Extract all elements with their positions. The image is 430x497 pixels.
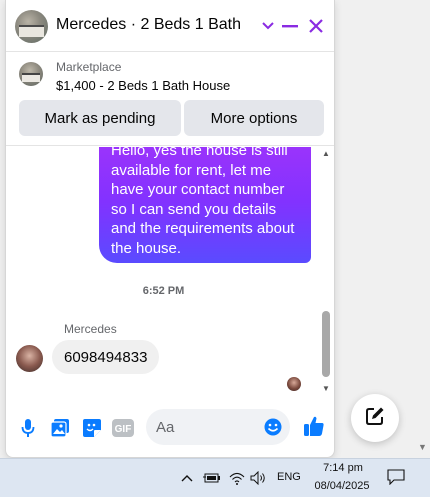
more-options-button[interactable]: More options <box>184 100 324 136</box>
message-input-box[interactable] <box>146 409 290 445</box>
chat-title[interactable]: Mercedes · 2 Beds 1 Bath ... <box>56 16 246 34</box>
chat-window: Mercedes · 2 Beds 1 Bath ... Marketplace… <box>5 0 335 458</box>
wifi-icon[interactable] <box>229 470 245 486</box>
scroll-down-icon[interactable]: ▼ <box>418 442 427 452</box>
svg-text:GIF: GIF <box>115 424 132 435</box>
chevron-up-icon[interactable] <box>180 470 194 486</box>
taskbar: ENG 7:14 pm 08/04/2025 <box>0 458 430 497</box>
language-indicator[interactable]: ENG <box>277 471 301 483</box>
marketplace-label: Marketplace <box>56 60 122 74</box>
microphone-icon[interactable] <box>17 417 39 439</box>
minimize-icon[interactable] <box>279 14 301 38</box>
sender-name: Mercedes <box>64 322 117 336</box>
mark-as-pending-button[interactable]: Mark as pending <box>19 100 181 136</box>
photo-icon[interactable] <box>49 417 71 439</box>
speaker-icon[interactable] <box>250 470 268 486</box>
listing-title[interactable]: $1,400 - 2 Beds 1 Bath House <box>56 78 230 93</box>
message-timestamp: 6:52 PM <box>142 285 185 297</box>
avatar[interactable] <box>15 10 48 43</box>
chat-header: Mercedes · 2 Beds 1 Bath ... <box>6 0 334 52</box>
notification-icon[interactable] <box>387 469 405 485</box>
emoji-icon[interactable] <box>264 418 282 436</box>
scroll-down-icon[interactable]: ▼ <box>322 384 330 393</box>
message-list[interactable]: Hello, yes the house is still available … <box>6 147 321 397</box>
outgoing-message[interactable]: Hello, yes the house is still available … <box>99 147 311 263</box>
marketplace-banner: Marketplace $1,400 - 2 Beds 1 Bath House… <box>6 53 334 146</box>
compose-icon <box>365 406 385 431</box>
battery-icon[interactable] <box>203 470 221 486</box>
composer: GIF <box>6 402 334 454</box>
thumbs-up-icon[interactable] <box>303 415 325 437</box>
new-message-button[interactable] <box>351 394 399 442</box>
clock-time[interactable]: 7:14 pm <box>318 462 368 474</box>
incoming-message[interactable]: 6098494833 <box>52 340 160 374</box>
scrollbar-thumb[interactable] <box>322 311 330 377</box>
close-icon[interactable] <box>305 14 327 38</box>
sender-avatar[interactable] <box>16 345 43 372</box>
message-input[interactable] <box>156 409 256 445</box>
gif-icon[interactable]: GIF <box>112 417 134 439</box>
seen-avatar <box>287 377 301 391</box>
listing-thumbnail[interactable] <box>19 62 43 86</box>
scroll-up-icon[interactable]: ▲ <box>322 149 330 158</box>
message-scrollbar[interactable]: ▲ ▼ <box>320 147 332 397</box>
page-scrollbar[interactable]: ▼ <box>413 0 430 458</box>
sticker-icon[interactable] <box>81 417 103 439</box>
clock-date[interactable]: 08/04/2025 <box>310 480 374 492</box>
chevron-down-icon[interactable] <box>257 14 279 38</box>
